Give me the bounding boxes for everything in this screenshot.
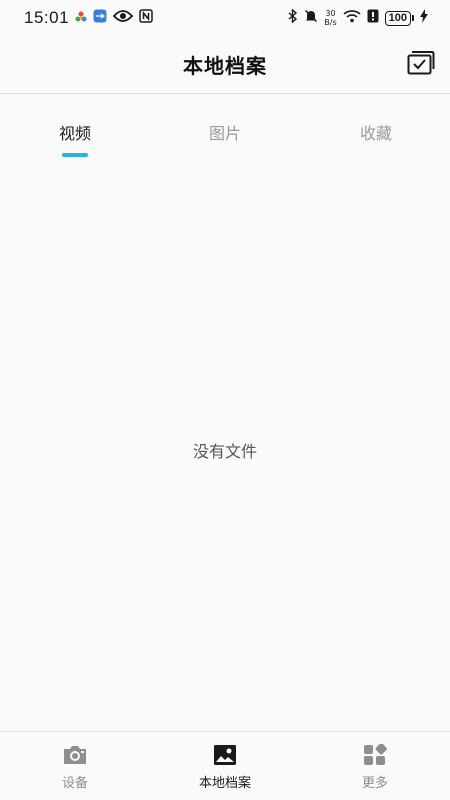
alert-icon	[367, 9, 379, 27]
app-header: 本地档案	[0, 36, 450, 94]
nav-item-local-archive[interactable]: 本地档案	[150, 732, 300, 800]
usb-icon	[93, 9, 107, 27]
nfc-icon	[139, 9, 153, 27]
gallery-icon	[212, 743, 238, 767]
mute-icon	[304, 9, 318, 27]
select-images-button[interactable]	[406, 50, 436, 80]
media-tabs: 视频 图片 收藏	[0, 110, 450, 160]
page-title: 本地档案	[183, 54, 267, 78]
empty-state-message: 没有文件	[192, 442, 257, 461]
nav-item-more-label: 更多	[361, 776, 388, 791]
status-bar: 15:01 30 B/s 100	[0, 0, 450, 36]
network-speed-unit: B/s	[324, 18, 337, 27]
status-bar-left: 15:01	[24, 8, 153, 28]
tab-favorites[interactable]: 收藏	[316, 110, 436, 160]
bottom-nav: 设备 本地档案 更多	[0, 731, 450, 800]
battery-tip	[412, 15, 414, 21]
screen: 15:01 30 B/s 100 本地档案 视频 图片 收藏 没有文件 设备 本…	[0, 0, 450, 800]
tab-favorites-label: 收藏	[359, 124, 392, 143]
bluetooth-icon	[288, 8, 298, 27]
network-speed-value: 30	[325, 9, 336, 18]
apps-icon	[362, 743, 388, 767]
tab-video-label: 视频	[58, 124, 91, 143]
camera-icon	[62, 743, 88, 767]
select-images-icon	[407, 50, 435, 80]
status-bar-right: 30 B/s 100	[288, 8, 428, 27]
battery-level: 100	[384, 10, 411, 26]
charging-icon	[420, 9, 428, 27]
tab-video[interactable]: 视频	[15, 110, 135, 160]
network-speed: 30 B/s	[324, 9, 336, 27]
battery-indicator: 100	[384, 10, 414, 26]
tab-image[interactable]: 图片	[165, 110, 285, 160]
tab-active-indicator	[62, 153, 88, 157]
clock: 15:01	[24, 8, 70, 27]
eye-icon	[112, 9, 134, 27]
color-dots-icon	[75, 9, 87, 27]
nav-item-more[interactable]: 更多	[300, 732, 450, 800]
tab-image-label: 图片	[208, 124, 241, 143]
nav-item-device-label: 设备	[61, 776, 88, 791]
nav-item-local-archive-label: 本地档案	[198, 776, 251, 791]
wifi-icon	[343, 9, 361, 27]
nav-item-device[interactable]: 设备	[0, 732, 150, 800]
